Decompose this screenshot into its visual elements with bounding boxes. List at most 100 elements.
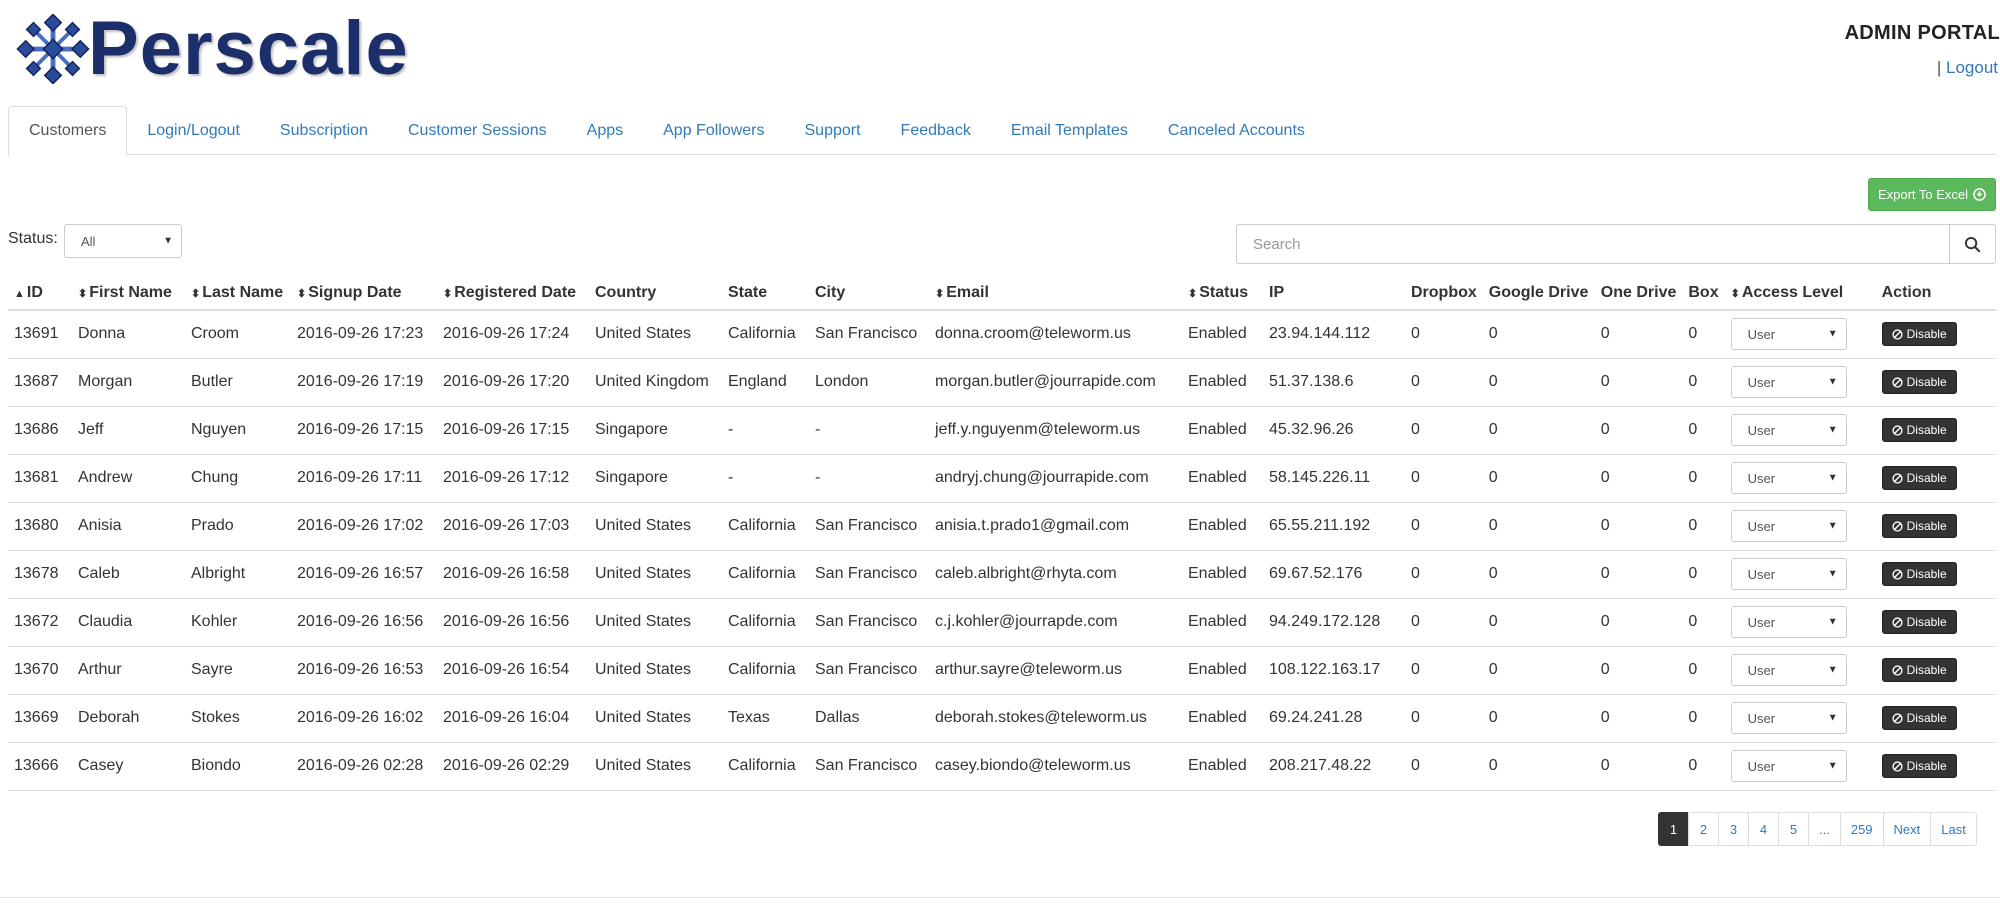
table-row: 13672 Claudia Kohler 2016-09-26 16:56 2016-0… <box>8 598 1996 647</box>
cell-first: Deborah <box>72 694 185 743</box>
export-to-excel-button[interactable]: Export To Excel <box>1868 178 1996 211</box>
cell-dropbox: 0 <box>1405 406 1483 455</box>
tab-customer-sessions[interactable]: Customer Sessions <box>388 106 567 155</box>
access-level-select[interactable]: User ▼ <box>1730 654 1847 686</box>
caret-down-icon: ▼ <box>1827 760 1838 772</box>
brand-name: Perscale <box>88 6 409 91</box>
column-header-first-name[interactable]: ⬍ First Name <box>72 276 185 311</box>
cell-state: England <box>722 358 809 407</box>
disable-button[interactable]: Disable <box>1881 418 1957 442</box>
access-level-select[interactable]: User ▼ <box>1730 510 1847 542</box>
disable-button[interactable]: Disable <box>1881 610 1957 634</box>
column-header-dropbox: Dropbox <box>1405 276 1483 311</box>
page-next[interactable]: Next <box>1882 812 1932 846</box>
disable-button[interactable]: Disable <box>1881 706 1957 730</box>
cell-onedrive: 0 <box>1594 646 1683 695</box>
cell-ip: 69.24.241.28 <box>1263 694 1405 743</box>
cell-box: 0 <box>1682 646 1725 695</box>
table-row: 13669 Deborah Stokes 2016-09-26 16:02 2016-0… <box>8 694 1996 743</box>
disable-button[interactable]: Disable <box>1881 466 1957 490</box>
access-level-select[interactable]: User ▼ <box>1730 702 1847 734</box>
cell-box: 0 <box>1682 454 1725 503</box>
customers-table: ▲ ID ⬍ First Name ⬍ Last Name ⬍ Signup Date … <box>8 276 1996 791</box>
access-level-select[interactable]: User ▼ <box>1730 366 1847 398</box>
access-level-select[interactable]: User ▼ <box>1730 606 1847 638</box>
tab-subscription[interactable]: Subscription <box>260 106 388 155</box>
cell-onedrive: 0 <box>1594 598 1683 647</box>
tab-app-followers[interactable]: App Followers <box>643 106 784 155</box>
search-input[interactable]: Search <box>1236 224 1950 264</box>
column-header-state: State <box>722 276 809 311</box>
tab-customers[interactable]: Customers <box>8 106 128 156</box>
cell-onedrive: 0 <box>1594 742 1683 791</box>
tab-apps[interactable]: Apps <box>567 106 643 155</box>
page-3[interactable]: 3 <box>1718 812 1749 846</box>
tab-canceled-accounts[interactable]: Canceled Accounts <box>1148 106 1325 155</box>
cell-id: 13681 <box>8 454 72 503</box>
access-level-value: User <box>1747 470 1776 486</box>
cell-signup: 2016-09-26 16:53 <box>291 646 437 695</box>
access-level-value: User <box>1747 662 1776 678</box>
access-level-select[interactable]: User ▼ <box>1730 318 1847 351</box>
cell-box: 0 <box>1682 310 1725 359</box>
tab-login-logout[interactable]: Login/Logout <box>127 106 260 155</box>
disable-button[interactable]: Disable <box>1881 370 1957 394</box>
access-level-select[interactable]: User ▼ <box>1730 558 1847 590</box>
cell-registered: 2016-09-26 17:20 <box>437 358 589 407</box>
tab-feedback[interactable]: Feedback <box>881 106 991 155</box>
caret-down-icon: ▼ <box>1827 664 1838 676</box>
cell-status: Enabled <box>1182 310 1263 359</box>
cell-city: - <box>809 454 929 503</box>
cell-email: casey.biondo@teleworm.us <box>929 742 1182 791</box>
cell-onedrive: 0 <box>1594 406 1683 455</box>
disable-button[interactable]: Disable <box>1881 658 1957 682</box>
cell-dropbox: 0 <box>1405 646 1483 695</box>
page-259[interactable]: 259 <box>1839 812 1884 846</box>
column-header-id[interactable]: ▲ ID <box>8 276 72 311</box>
caret-down-icon: ▼ <box>1827 616 1838 628</box>
tab-support[interactable]: Support <box>785 106 881 155</box>
perscale-logo-icon <box>16 14 90 84</box>
page-1[interactable]: 1 <box>1658 812 1689 846</box>
column-header-city: City <box>809 276 929 311</box>
disable-button[interactable]: Disable <box>1881 514 1957 538</box>
access-level-select[interactable]: User ▼ <box>1730 462 1847 494</box>
search-button[interactable] <box>1949 224 1996 264</box>
access-level-select[interactable]: User ▼ <box>1730 414 1847 446</box>
ban-icon <box>1892 760 1903 772</box>
disable-button[interactable]: Disable <box>1881 562 1957 586</box>
column-header-access-level[interactable]: ⬍ Access Level <box>1724 276 1876 311</box>
page-4[interactable]: 4 <box>1748 812 1779 846</box>
sort-icon: ⬍ <box>935 287 945 300</box>
cell-onedrive: 0 <box>1594 454 1683 503</box>
logo: Perscale <box>14 6 409 91</box>
page-last[interactable]: Last <box>1930 812 1977 846</box>
caret-down-icon: ▼ <box>1827 424 1838 436</box>
cell-box: 0 <box>1682 550 1725 599</box>
access-level-select[interactable]: User ▼ <box>1730 750 1847 782</box>
disable-button[interactable]: Disable <box>1881 322 1957 347</box>
column-header-registered-date[interactable]: ⬍ Registered Date <box>437 276 589 311</box>
cell-registered: 2016-09-26 16:54 <box>437 646 589 695</box>
column-header-signup-date[interactable]: ⬍ Signup Date <box>291 276 437 311</box>
caret-down-icon: ▼ <box>1827 328 1838 340</box>
cell-box: 0 <box>1682 742 1725 791</box>
disable-label: Disable <box>1906 615 1947 629</box>
cell-first: Arthur <box>72 646 185 695</box>
status-select[interactable]: All ▼ <box>64 224 182 258</box>
caret-down-icon: ▼ <box>1827 712 1838 724</box>
logout-link[interactable]: Logout <box>1946 58 1998 77</box>
disable-button[interactable]: Disable <box>1881 754 1957 778</box>
page-2[interactable]: 2 <box>1688 812 1719 846</box>
column-header-last-name[interactable]: ⬍ Last Name <box>185 276 291 311</box>
access-level-value: User <box>1747 758 1776 774</box>
column-header-status[interactable]: ⬍ Status <box>1182 276 1263 311</box>
cell-first: Morgan <box>72 358 185 407</box>
page-5[interactable]: 5 <box>1778 812 1809 846</box>
cell-email: jeff.y.nguyenm@teleworm.us <box>929 406 1182 455</box>
sort-icon: ⬍ <box>1188 287 1198 300</box>
access-level-value: User <box>1747 710 1776 726</box>
column-header-email[interactable]: ⬍ Email <box>929 276 1182 311</box>
tab-email-templates[interactable]: Email Templates <box>991 106 1148 155</box>
cell-city: San Francisco <box>809 310 929 359</box>
